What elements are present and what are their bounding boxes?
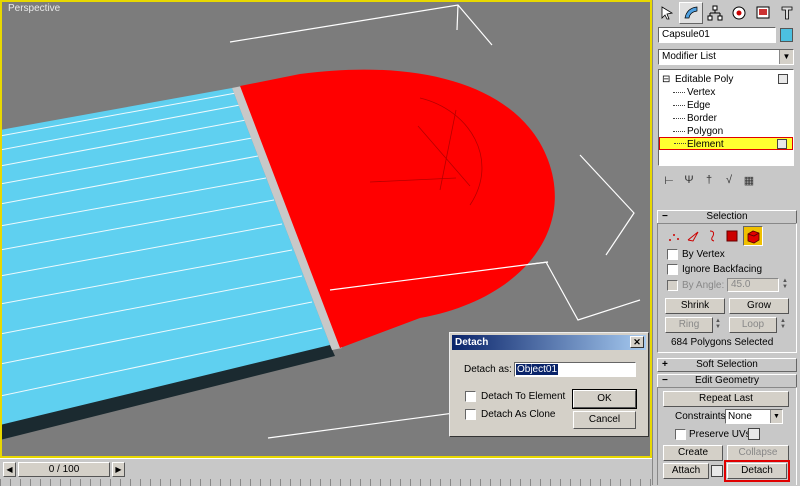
arrow-right-icon[interactable]: ▶ bbox=[112, 462, 125, 477]
selection-rollout-header[interactable]: − Selection bbox=[657, 210, 797, 224]
ignore-backfacing-checkbox[interactable] bbox=[667, 264, 678, 275]
ring-button[interactable]: Ring bbox=[665, 317, 713, 333]
detach-as-clone-label: Detach As Clone bbox=[481, 409, 556, 420]
by-vertex-checkbox[interactable] bbox=[667, 249, 678, 260]
cube-icon bbox=[778, 74, 788, 84]
display-icon[interactable] bbox=[751, 2, 775, 24]
time-slider[interactable]: 0 / 100 bbox=[18, 462, 110, 477]
constraints-dropdown[interactable]: None ▼ bbox=[725, 409, 783, 424]
stack-item-vertex[interactable]: Vertex bbox=[659, 86, 793, 99]
preserve-uvs-checkbox[interactable] bbox=[675, 429, 686, 440]
polygon-mode-icon[interactable] bbox=[724, 228, 740, 244]
rollout-title: Edit Geometry bbox=[695, 375, 759, 386]
repeat-last-button[interactable]: Repeat Last bbox=[663, 391, 789, 407]
attach-button[interactable]: Attach bbox=[663, 463, 709, 479]
stack-toolbar: ⊢ Ψ † √ ▦ bbox=[655, 170, 799, 190]
rollout-title: Selection bbox=[706, 211, 748, 222]
shrink-button[interactable]: Shrink bbox=[665, 298, 725, 314]
motion-icon[interactable] bbox=[727, 2, 751, 24]
grow-button[interactable]: Grow bbox=[729, 298, 789, 314]
stack-item-label: Element bbox=[687, 139, 724, 150]
command-panel: Capsule01 Modifier List ▼ ⊟ Editable Pol… bbox=[652, 0, 800, 485]
viewport-label[interactable]: Perspective bbox=[8, 3, 60, 14]
object-color-swatch[interactable] bbox=[780, 28, 793, 42]
constraints-value: None bbox=[728, 411, 752, 422]
loop-spinner[interactable]: ▲ ▼ bbox=[779, 318, 787, 332]
hierarchy-icon[interactable] bbox=[703, 2, 727, 24]
soft-selection-rollout-header[interactable]: + Soft Selection bbox=[657, 358, 797, 372]
cube-icon bbox=[777, 139, 787, 149]
edge-mode-icon[interactable] bbox=[685, 228, 701, 244]
stack-item-label: Border bbox=[687, 113, 718, 124]
arrow-left-icon[interactable]: ◀ bbox=[3, 462, 16, 477]
make-unique-icon[interactable]: † bbox=[701, 172, 717, 188]
stack-item-element[interactable]: Element bbox=[659, 137, 793, 150]
chevron-down-icon[interactable]: ▼ bbox=[779, 50, 793, 64]
constraints-label: Constraints: bbox=[675, 411, 729, 422]
show-end-result-icon[interactable]: Ψ bbox=[681, 172, 697, 188]
detach-as-input[interactable]: Object01 bbox=[514, 362, 636, 377]
utilities-icon[interactable] bbox=[775, 2, 799, 24]
stack-item-label: Editable Poly bbox=[675, 74, 734, 85]
attach-list-icon[interactable] bbox=[711, 465, 723, 477]
stack-item-border[interactable]: Border bbox=[659, 112, 793, 125]
ignore-backfacing-label: Ignore Backfacing bbox=[682, 264, 763, 275]
angle-spinner[interactable]: ▲ ▼ bbox=[781, 278, 789, 292]
pin-stack-icon[interactable]: ⊢ bbox=[661, 172, 677, 188]
detach-as-label: Detach as: bbox=[464, 364, 512, 375]
detach-to-element-checkbox[interactable] bbox=[465, 391, 476, 402]
detach-button[interactable]: Detach bbox=[724, 460, 790, 482]
modify-icon[interactable] bbox=[679, 2, 703, 24]
by-angle-label: By Angle: bbox=[682, 280, 725, 291]
remove-modifier-icon[interactable]: √ bbox=[721, 172, 737, 188]
by-vertex-label: By Vertex bbox=[682, 249, 725, 260]
object-name-field[interactable]: Capsule01 bbox=[658, 27, 776, 43]
selection-status: 684 Polygons Selected bbox=[671, 337, 774, 348]
close-icon[interactable]: ✕ bbox=[630, 336, 644, 348]
collapse-icon[interactable]: ⊟ bbox=[662, 73, 670, 86]
dialog-title: Detach bbox=[455, 337, 489, 348]
loop-button[interactable]: Loop bbox=[729, 317, 777, 333]
angle-input[interactable]: 45.0 bbox=[727, 278, 779, 292]
chevron-down-icon[interactable]: ▼ bbox=[770, 410, 782, 423]
detach-to-element-label: Detach To Element bbox=[481, 391, 566, 402]
edit-geometry-rollout-header[interactable]: − Edit Geometry bbox=[657, 374, 797, 388]
stack-item-edge[interactable]: Edge bbox=[659, 99, 793, 112]
modifier-list-label: Modifier List bbox=[662, 51, 716, 62]
modifier-list-dropdown[interactable]: Modifier List ▼ bbox=[658, 49, 794, 65]
settings-box-icon[interactable] bbox=[748, 428, 760, 440]
vertex-mode-icon[interactable] bbox=[666, 228, 682, 244]
modifier-stack[interactable]: ⊟ Editable Poly Vertex Edge Border Polyg… bbox=[658, 69, 794, 166]
detach-as-clone-checkbox[interactable] bbox=[465, 409, 476, 420]
detach-as-value: Object01 bbox=[516, 364, 559, 375]
preserve-uvs-label: Preserve UVs bbox=[689, 429, 751, 440]
rollout-title: Soft Selection bbox=[696, 359, 758, 370]
element-mode-icon[interactable] bbox=[743, 226, 763, 246]
stack-item-label: Vertex bbox=[687, 87, 716, 98]
ok-button[interactable]: OK bbox=[572, 389, 637, 409]
stack-item-editable-poly[interactable]: ⊟ Editable Poly bbox=[659, 73, 793, 86]
stack-item-label: Edge bbox=[687, 100, 711, 111]
cancel-button[interactable]: Cancel bbox=[573, 411, 636, 429]
border-mode-icon[interactable] bbox=[704, 228, 720, 244]
ring-spinner[interactable]: ▲ ▼ bbox=[714, 318, 722, 332]
dialog-title-bar[interactable]: Detach ✕ bbox=[452, 335, 646, 350]
create-icon[interactable] bbox=[655, 2, 679, 24]
detach-dialog: Detach ✕ Detach as: Object01 Detach To E… bbox=[449, 332, 649, 437]
create-button[interactable]: Create bbox=[663, 445, 723, 461]
timeline[interactable]: ◀ 0 / 100 ▶ bbox=[0, 458, 652, 486]
configure-sets-icon[interactable]: ▦ bbox=[741, 172, 757, 188]
command-panel-tabs bbox=[655, 2, 799, 24]
by-angle-checkbox[interactable] bbox=[667, 280, 678, 291]
collapse-button[interactable]: Collapse bbox=[727, 445, 789, 461]
